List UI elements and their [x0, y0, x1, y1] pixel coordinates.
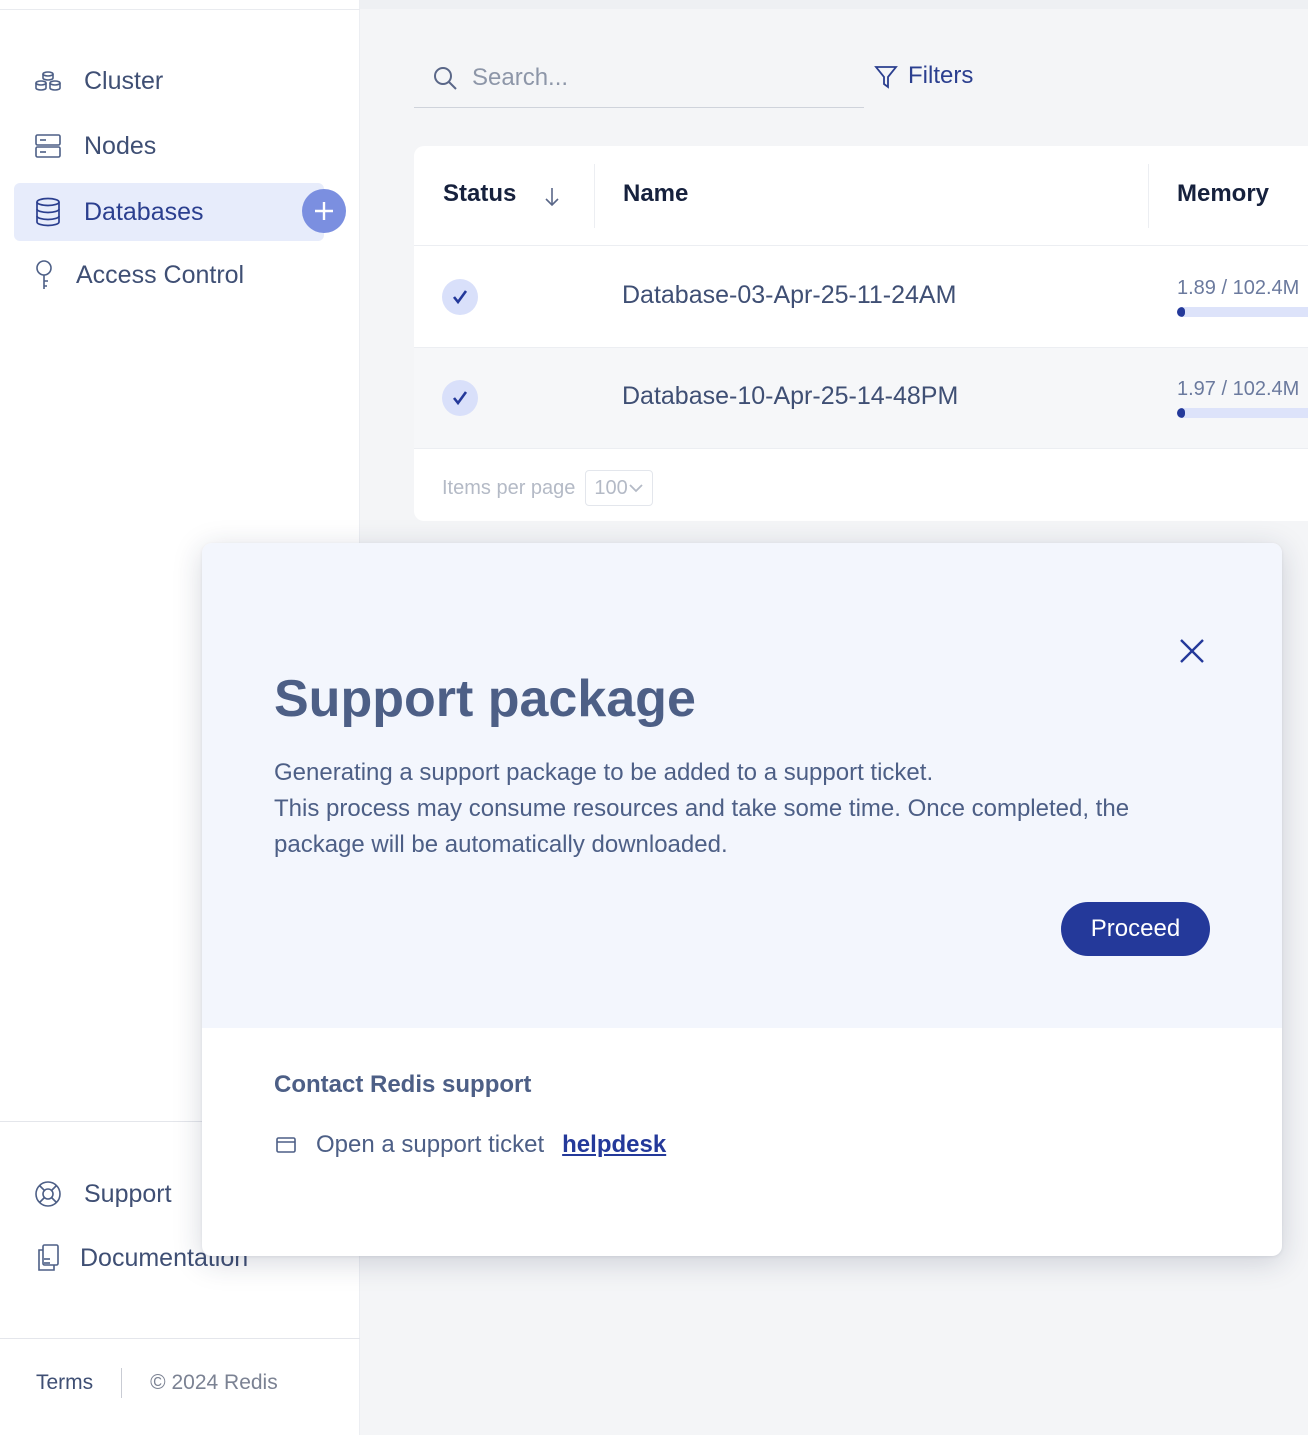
check-icon [452, 290, 468, 305]
support-ticket-row: Open a support ticket helpdesk [274, 1131, 666, 1159]
close-icon[interactable] [1178, 637, 1206, 665]
key-icon [28, 259, 60, 291]
filters-label: Filters [908, 62, 974, 89]
column-divider [594, 164, 595, 228]
status-active-icon [442, 279, 478, 315]
table-row[interactable]: Database-10-Apr-25-14-48PM 1.97 / 102.4M [414, 348, 1308, 449]
items-per-page-select[interactable]: 100 [585, 470, 653, 506]
sidebar-item-label: Databases [84, 197, 204, 226]
copyright: © 2024 Redis [150, 1371, 278, 1394]
sidebar-divider [0, 1338, 360, 1339]
support-ticket-text: Open a support ticket [316, 1131, 545, 1158]
pagination: Items per page 100 [442, 470, 653, 506]
memory-usage: 1.89 / 102.4M [1177, 277, 1300, 299]
memory-bar [1177, 408, 1308, 418]
terms-link[interactable]: Terms [36, 1371, 93, 1395]
memory-usage: 1.97 / 102.4M [1177, 378, 1300, 400]
add-database-button[interactable] [302, 189, 346, 233]
sidebar-item-label: Access Control [76, 260, 245, 289]
sidebar-footer: Terms © 2024 Redis [36, 1368, 278, 1398]
memory-bar [1177, 307, 1308, 317]
column-header-memory[interactable]: Memory [1177, 180, 1269, 208]
modal-title: Support package [274, 670, 696, 728]
database-name[interactable]: Database-10-Apr-25-14-48PM [622, 382, 958, 411]
sidebar-item-cluster[interactable]: Cluster [14, 52, 324, 110]
column-header-name[interactable]: Name [623, 180, 688, 208]
top-bar [360, 0, 1308, 9]
sort-down-icon[interactable] [542, 186, 562, 208]
column-header-status[interactable]: Status [443, 180, 516, 208]
sidebar-item-label: Nodes [84, 131, 157, 160]
proceed-button[interactable]: Proceed [1061, 902, 1210, 956]
popover-pointer [192, 1184, 202, 1204]
search-icon [432, 65, 458, 91]
check-icon [452, 391, 468, 406]
sidebar-item-nodes[interactable]: Nodes [14, 117, 324, 175]
filter-icon [874, 64, 898, 89]
databases-table: Status Name Memory Database-03-Apr-25-11… [414, 146, 1308, 521]
modal-description-line: Generating a support package to be added… [274, 759, 934, 786]
database-icon [32, 196, 64, 228]
documentation-icon [32, 1242, 64, 1274]
search-input[interactable] [472, 63, 832, 92]
table-row[interactable]: Database-03-Apr-25-11-24AM 1.89 / 102.4M [414, 247, 1308, 348]
nodes-icon [32, 130, 64, 162]
column-divider [1148, 164, 1149, 228]
plus-icon [315, 202, 333, 220]
chevron-down-icon [629, 484, 643, 493]
sidebar-item-label: Cluster [84, 66, 164, 95]
memory-bar-fill [1177, 307, 1186, 317]
memory-bar-fill [1177, 408, 1186, 418]
lifebuoy-icon [32, 1178, 64, 1210]
sidebar-divider [0, 9, 360, 10]
table-header: Status Name Memory [414, 146, 1308, 246]
footer-divider [121, 1368, 123, 1398]
support-package-modal: Support package Generating a support pac… [202, 543, 1282, 1256]
helpdesk-link[interactable]: helpdesk [562, 1131, 666, 1159]
filters-button[interactable]: Filters [874, 58, 973, 94]
browser-window-icon [274, 1133, 298, 1157]
sidebar-item-access-control[interactable]: Access Control [14, 246, 324, 304]
database-name[interactable]: Database-03-Apr-25-11-24AM [622, 281, 956, 310]
cluster-icon [32, 65, 64, 97]
modal-description: Generating a support package to be added… [274, 755, 1194, 863]
search-bar [414, 48, 864, 108]
sidebar-item-label: Support [84, 1179, 172, 1208]
items-per-page-value: 100 [594, 476, 628, 499]
items-per-page-label: Items per page [442, 476, 576, 499]
status-active-icon [442, 380, 478, 416]
contact-support-heading: Contact Redis support [274, 1071, 532, 1098]
modal-description-line: This process may consume resources and t… [274, 795, 1130, 858]
sidebar-item-databases[interactable]: Databases [14, 183, 324, 241]
